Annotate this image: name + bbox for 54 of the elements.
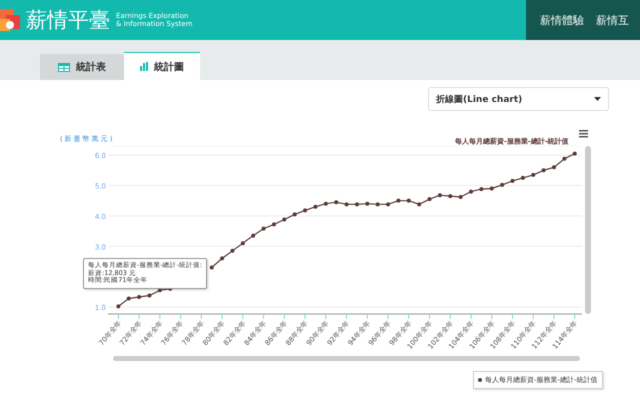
data-point [251,234,256,238]
data-point [230,248,234,253]
data-point [396,198,400,203]
site-title: 薪情平臺 [26,7,110,34]
data-point [148,293,152,298]
data-point [303,208,308,212]
data-point [334,200,338,204]
tab[interactable]: 統計表 [40,54,124,80]
tab[interactable]: 統計圖 [124,52,200,80]
data-point [428,197,432,202]
data-point [386,202,390,206]
data-point [126,296,131,300]
data-point [417,202,422,206]
nav-link[interactable]: 薪情體驗 [540,12,584,28]
data-point [313,204,318,209]
data-point [572,152,577,156]
data-point [552,165,556,170]
data-point [158,288,162,292]
data-point [520,176,525,180]
bar-chart-icon [140,62,148,71]
nav-link[interactable]: 薪情互 [596,12,629,28]
data-point [137,294,142,299]
data-point [365,202,370,206]
data-point [240,241,245,246]
data-point [406,198,411,203]
data-point [292,212,297,216]
data-point [262,226,266,231]
data-point [448,194,452,198]
table-icon [58,62,70,72]
data-point [272,222,276,226]
data-point [354,202,359,206]
data-point [542,168,546,172]
legend-dot [478,378,482,382]
data-point [116,304,120,308]
data-point [344,202,349,206]
data-point [531,172,536,177]
data-point [282,218,286,222]
data-point [324,202,328,206]
horizontal-scrollbar[interactable] [113,356,580,361]
data-point [458,195,463,200]
data-point [210,266,214,270]
data-point [562,156,566,161]
data-point [438,193,442,198]
data-point [500,182,504,187]
vertical-scrollbar[interactable] [585,146,591,314]
chart-type-select[interactable]: 折線圖(Line chart) [428,87,609,111]
data-point [510,178,514,183]
data-point [220,256,224,260]
data-point [376,202,380,206]
data-point [479,187,484,192]
data-point [490,186,494,191]
caret-icon [594,97,601,101]
menu-icon[interactable] [579,130,588,138]
data-point [469,190,474,194]
